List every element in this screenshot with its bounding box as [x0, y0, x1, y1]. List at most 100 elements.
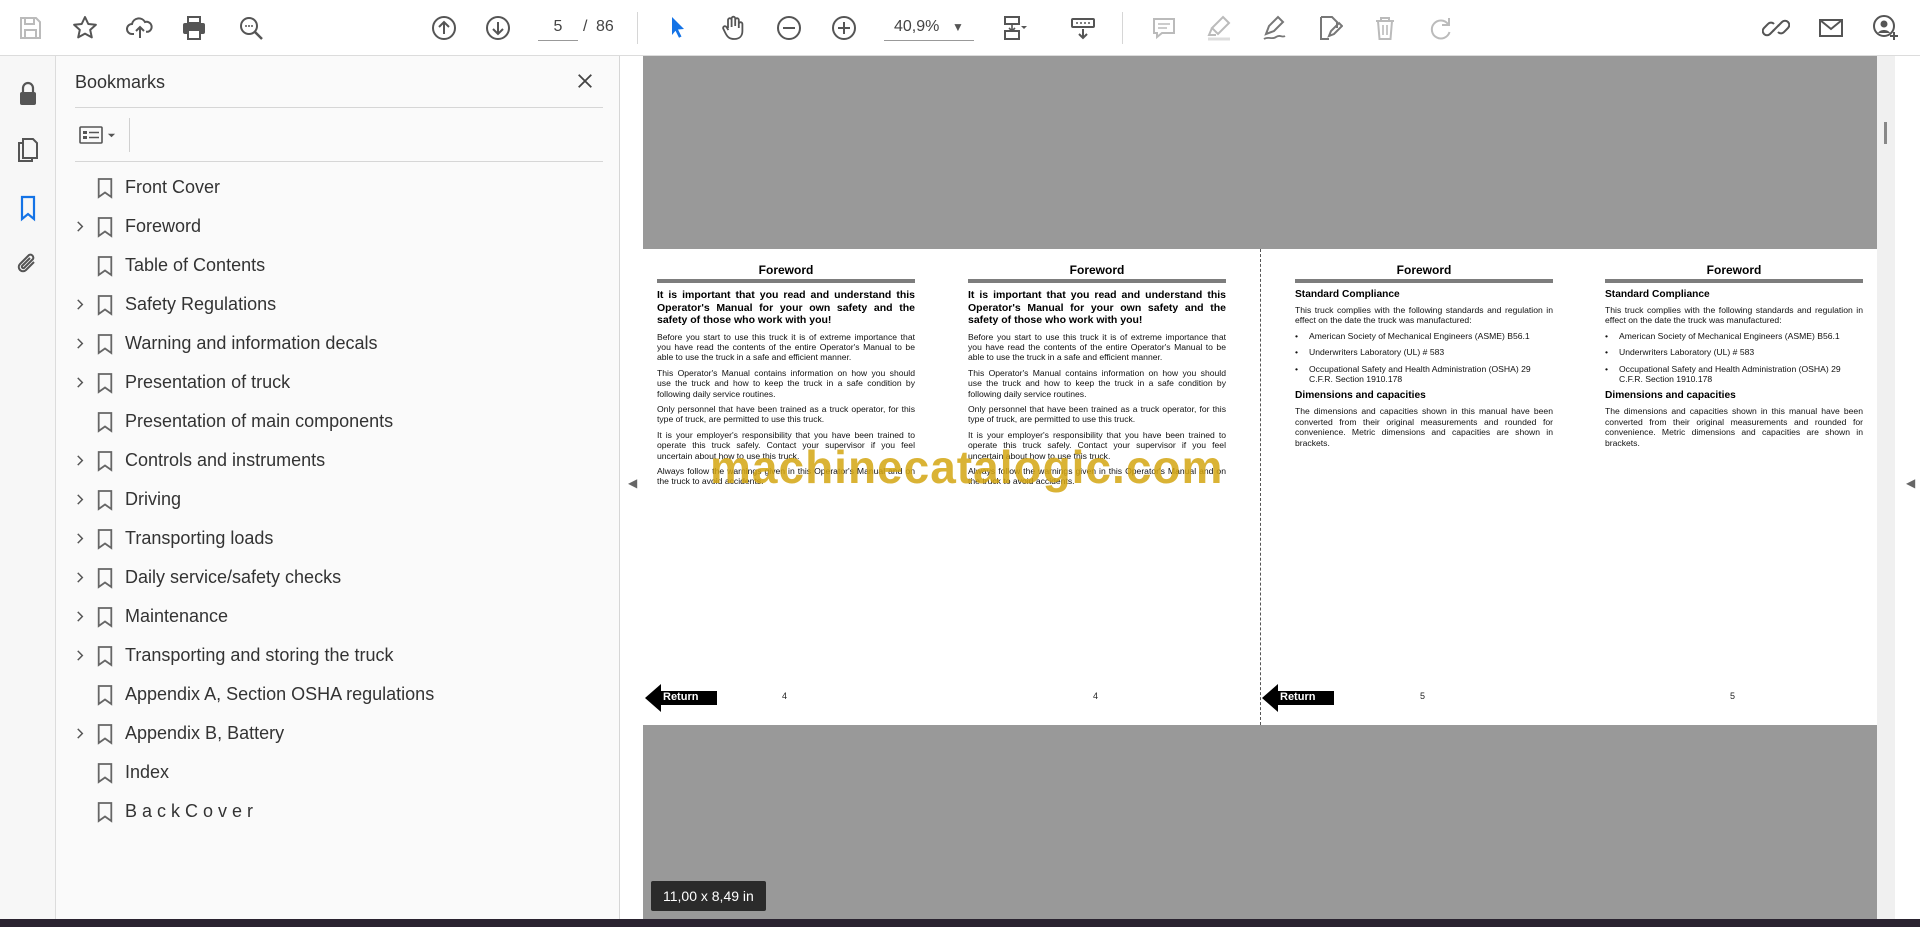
paragraph: This truck complies with the following s… [1295, 305, 1553, 326]
paragraph: This Operator's Manual contains informat… [657, 367, 915, 399]
bookmark-main-components[interactable]: Presentation of main components [56, 402, 616, 441]
list-item: Occupational Safety and Health Administr… [1295, 364, 1553, 385]
paragraph: Before you start to use this truck it is… [968, 331, 1226, 363]
chevron-right-icon[interactable] [71, 725, 89, 743]
bookmark-label: Table of Contents [125, 255, 266, 275]
bookmark-panel-icon[interactable] [10, 190, 46, 226]
page-header: Foreword [758, 263, 814, 277]
save-icon[interactable] [12, 10, 48, 46]
chevron-right-icon[interactable] [71, 296, 89, 314]
zoom-in-icon[interactable] [826, 10, 862, 46]
select-cursor-icon[interactable] [660, 10, 696, 46]
chevron-right-icon[interactable] [71, 491, 89, 509]
bookmark-maintenance[interactable]: Maintenance [56, 597, 616, 636]
bookmark-icon [94, 331, 116, 357]
section-heading: Standard Compliance [1295, 289, 1400, 300]
list-options-icon [79, 126, 103, 144]
lock-icon[interactable] [10, 76, 46, 112]
delete-icon[interactable] [1367, 10, 1403, 46]
close-icon[interactable] [570, 66, 600, 96]
email-icon[interactable] [1813, 10, 1849, 46]
toolbar-divider [1122, 12, 1123, 44]
chevron-right-icon[interactable] [71, 218, 89, 236]
list-item: Underwriters Laboratory (UL) # 583 [1295, 347, 1553, 358]
chevron-right-icon[interactable] [71, 374, 89, 392]
redo-icon[interactable] [1422, 10, 1458, 46]
paragraph: Only personnel that have been trained as… [657, 403, 915, 425]
bookmark-warning-decals[interactable]: Warning and information decals [56, 324, 616, 363]
chevron-right-icon[interactable] [71, 452, 89, 470]
scroll-mode-icon[interactable] [1065, 10, 1101, 46]
highlight-icon[interactable] [1201, 10, 1237, 46]
chevron-right-icon[interactable] [71, 335, 89, 353]
paragraph: Only personnel that have been trained as… [968, 403, 1226, 425]
bookmark-back-cover[interactable]: B a c k C o v e r [56, 792, 616, 831]
lead-paragraph: It is important that you read and unders… [968, 289, 1226, 326]
bookmark-transporting-storing[interactable]: Transporting and storing the truck [56, 636, 616, 675]
bookmark-transporting-loads[interactable]: Transporting loads [56, 519, 616, 558]
lead-paragraph: It is important that you read and unders… [657, 289, 915, 326]
bookmark-icon [94, 409, 116, 435]
search-icon[interactable] [233, 10, 269, 46]
print-icon[interactable] [176, 10, 212, 46]
chevron-right-icon[interactable] [71, 530, 89, 548]
zoom-out-icon[interactable] [771, 10, 807, 46]
upload-cloud-icon[interactable] [122, 10, 158, 46]
return-button[interactable]: Return [1262, 683, 1336, 713]
bookmark-appendix-a[interactable]: Appendix A, Section OSHA regulations [56, 675, 616, 714]
bookmark-icon [94, 721, 116, 747]
page-layout-icon[interactable] [996, 10, 1032, 46]
draw-pen-icon[interactable] [1256, 10, 1292, 46]
taskbar-edge [0, 919, 1920, 927]
page-total: 86 [596, 18, 614, 35]
bookmark-front-cover[interactable]: Front Cover [56, 168, 616, 207]
bookmark-options-button[interactable] [75, 118, 127, 152]
chevron-right-icon[interactable] [71, 647, 89, 665]
vertical-scrollbar[interactable] [1877, 56, 1895, 919]
top-toolbar: 5 / 86 40,9% ▼ [0, 0, 1920, 56]
page-number-input[interactable]: 5 [538, 13, 578, 41]
scrollbar-thumb[interactable] [1884, 122, 1887, 144]
bookmark-icon [94, 214, 116, 240]
bookmark-label: Transporting and storing the truck [125, 645, 394, 665]
page5-column-left: Foreword Standard Compliance This truck … [1295, 263, 1553, 453]
document-view[interactable]: ◀ ◀ Foreword It is important that you re… [620, 56, 1920, 919]
bookmark-daily-service[interactable]: Daily service/safety checks [56, 558, 616, 597]
chevron-right-icon[interactable] [71, 569, 89, 587]
page-separator: / [583, 18, 588, 35]
header-rule [968, 279, 1226, 283]
page-header: Foreword [1069, 263, 1125, 277]
edit-document-icon[interactable] [1311, 10, 1347, 46]
bookmarks-panel: Bookmarks Front Cover Foreword Table of … [56, 56, 620, 919]
bookmark-index[interactable]: Index [56, 753, 616, 792]
page-number: 4 [782, 691, 788, 701]
bookmark-list: Front Cover Foreword Table of Contents S… [56, 168, 616, 831]
star-icon[interactable] [67, 10, 103, 46]
bookmark-presentation-of-truck[interactable]: Presentation of truck [56, 363, 616, 402]
add-user-icon[interactable] [1868, 10, 1904, 46]
page-thumbnails-icon[interactable] [10, 132, 46, 168]
share-link-icon[interactable] [1758, 10, 1794, 46]
toolbar-divider [637, 12, 638, 44]
bookmark-icon [94, 292, 116, 318]
page-number: 5 [1420, 691, 1426, 701]
collapse-right-icon[interactable]: ◀ [1906, 476, 1915, 490]
bookmark-appendix-b[interactable]: Appendix B, Battery [56, 714, 616, 753]
next-page-icon[interactable] [480, 10, 516, 46]
attachment-icon[interactable] [10, 246, 46, 282]
return-button[interactable]: Return [645, 683, 719, 713]
collapse-left-icon[interactable]: ◀ [628, 476, 637, 490]
hand-tool-icon[interactable] [715, 10, 751, 46]
bookmark-table-of-contents[interactable]: Table of Contents [56, 246, 616, 285]
bookmark-icon [94, 253, 116, 279]
bookmark-foreword[interactable]: Foreword [56, 207, 616, 246]
page-header: Foreword [1706, 263, 1762, 277]
bookmark-controls-instruments[interactable]: Controls and instruments [56, 441, 616, 480]
bookmark-driving[interactable]: Driving [56, 480, 616, 519]
comment-icon[interactable] [1146, 10, 1182, 46]
section-heading: Dimensions and capacities [1295, 390, 1426, 402]
chevron-down-icon[interactable]: ▼ [952, 13, 964, 41]
chevron-right-icon[interactable] [71, 608, 89, 626]
bookmark-safety-regulations[interactable]: Safety Regulations [56, 285, 616, 324]
previous-page-icon[interactable] [426, 10, 462, 46]
